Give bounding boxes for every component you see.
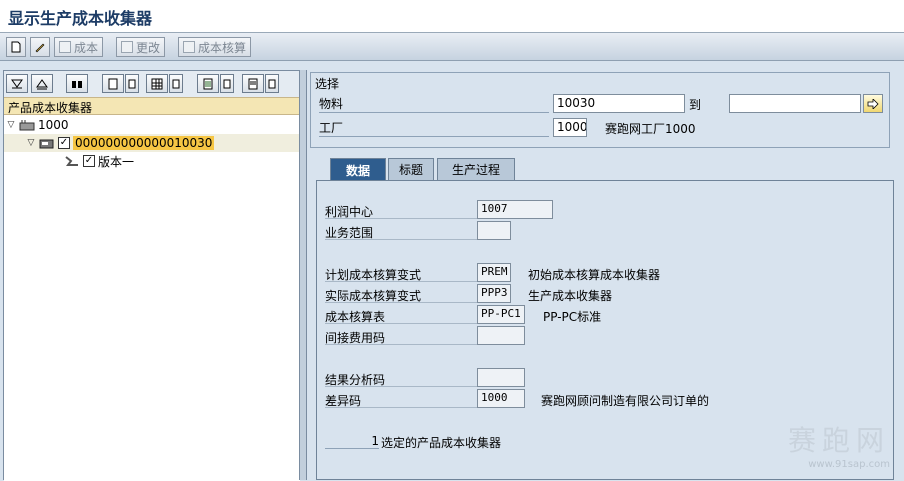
selected-collectors-text: 选定的产品成本收集器 [381, 436, 502, 450]
business-area-field[interactable] [477, 221, 511, 240]
actual-costing-variant-field[interactable]: PPP3 [477, 284, 511, 303]
profit-center-field[interactable]: 1007 [477, 200, 553, 219]
plant-label: 工厂 [319, 119, 549, 137]
report-dropdown[interactable] [220, 74, 234, 93]
material-label: 物料 [319, 95, 549, 113]
to-label: 到 [689, 98, 702, 112]
results-analysis-key-field[interactable] [477, 368, 525, 387]
costing-button[interactable]: 成本核算 [178, 37, 252, 57]
tree-node-label: 1000 [38, 118, 69, 132]
tree-node-plant[interactable]: ▽ 1000 [6, 116, 69, 134]
cost-button-label: 成本 [74, 40, 99, 55]
find-button[interactable] [66, 74, 88, 93]
layout-button[interactable] [146, 74, 168, 93]
print-dropdown[interactable] [125, 74, 139, 93]
tree-header: 产品成本收集器 [4, 97, 300, 115]
page-title: 显示生产成本收集器 [8, 9, 153, 28]
edit-toggle-button[interactable] [30, 37, 50, 57]
small-page-icon [172, 79, 180, 88]
new-document-button[interactable] [6, 37, 26, 57]
variance-key-desc: 赛跑网顾问制造有限公司订单的 [541, 394, 710, 408]
tree-node-label: 版本一 [98, 154, 135, 169]
report-icon [203, 78, 213, 89]
tree-node-version[interactable]: ✓ 版本一 [64, 152, 134, 170]
layout-dropdown[interactable] [169, 74, 183, 93]
pencil-glasses-icon [35, 43, 45, 53]
export-dropdown[interactable] [265, 74, 279, 93]
tree-node-collector[interactable]: ▽ ✓ 000000000000010030 [4, 134, 300, 152]
table-icon [59, 41, 71, 53]
tree-node-label: 000000000000010030 [73, 136, 215, 150]
document-icon [108, 78, 118, 89]
costing-button-label: 成本核算 [198, 40, 247, 55]
arrow-right-icon [867, 98, 879, 109]
plant-icon [19, 120, 35, 131]
new-document-icon [11, 41, 21, 53]
checkbox-icon[interactable]: ✓ [58, 137, 70, 149]
selection-group: 选择 物料 10030 到 工厂 1000 赛跑网工厂1000 [310, 72, 890, 148]
tab-production-process[interactable]: 生产过程 [437, 158, 515, 180]
export-icon [248, 78, 258, 89]
report-button[interactable] [197, 74, 219, 93]
small-page-icon [223, 79, 231, 88]
change-button[interactable]: 更改 [116, 37, 166, 57]
costing-sheet-field[interactable]: PP-PC1 [477, 305, 525, 324]
small-page-icon [268, 79, 276, 88]
grid-icon [151, 78, 163, 89]
overhead-key-field[interactable] [477, 326, 525, 345]
print-button[interactable] [102, 74, 124, 93]
binoculars-icon [72, 80, 82, 88]
material-from-input[interactable]: 10030 [553, 94, 685, 113]
change-button-label: 更改 [136, 40, 161, 55]
cost-button[interactable]: 成本 [54, 37, 104, 57]
planned-costing-variant-desc: 初始成本核算成本收集器 [528, 268, 661, 282]
application-toolbar: 成本 更改 成本核算 [0, 33, 904, 61]
version-icon [65, 156, 78, 166]
watermark-text: 赛跑网 [787, 424, 890, 457]
calculator-icon [183, 41, 195, 53]
tree-toolbar [4, 71, 300, 97]
material-to-input[interactable] [729, 94, 861, 113]
expand-all-button[interactable] [6, 74, 28, 93]
tab-header[interactable]: 标题 [388, 158, 434, 180]
actual-costing-variant-desc: 生产成本收集器 [528, 289, 613, 303]
expand-icon [11, 79, 23, 88]
title-bar: 显示生产成本收集器 [0, 0, 904, 33]
planned-costing-variant-field[interactable]: PREM [477, 263, 511, 282]
selected-count: 1 [325, 434, 379, 449]
tree-view: ▽ 1000 ▽ ✓ 000000000000010030 ✓ 版本一 [4, 115, 300, 481]
multiple-selection-button[interactable] [863, 94, 883, 113]
tab-data[interactable]: 数据 [330, 158, 386, 181]
collapse-all-button[interactable] [31, 74, 53, 93]
edit-icon [121, 41, 133, 53]
plant-description: 赛跑网工厂1000 [605, 122, 696, 136]
pane-splitter[interactable] [299, 70, 307, 480]
cost-collector-icon [39, 139, 54, 149]
small-page-icon [128, 79, 136, 88]
plant-input[interactable]: 1000 [553, 118, 587, 137]
variance-key-field[interactable]: 1000 [477, 389, 525, 408]
watermark: 赛跑网 www.91sap.com [788, 419, 890, 470]
collapse-toggle-icon[interactable]: ▽ [26, 138, 36, 148]
tree-pane: 产品成本收集器 ▽ 1000 ▽ ✓ 000000000000010030 ✓ … [3, 70, 300, 481]
watermark-url: www.91sap.com [808, 459, 890, 470]
checkbox-icon[interactable]: ✓ [83, 155, 95, 167]
selection-caption: 选择 [315, 77, 340, 91]
collapse-icon [36, 78, 48, 89]
collapse-toggle-icon[interactable]: ▽ [6, 120, 16, 130]
export-button[interactable] [242, 74, 264, 93]
costing-sheet-desc: PP-PC标准 [543, 310, 602, 324]
